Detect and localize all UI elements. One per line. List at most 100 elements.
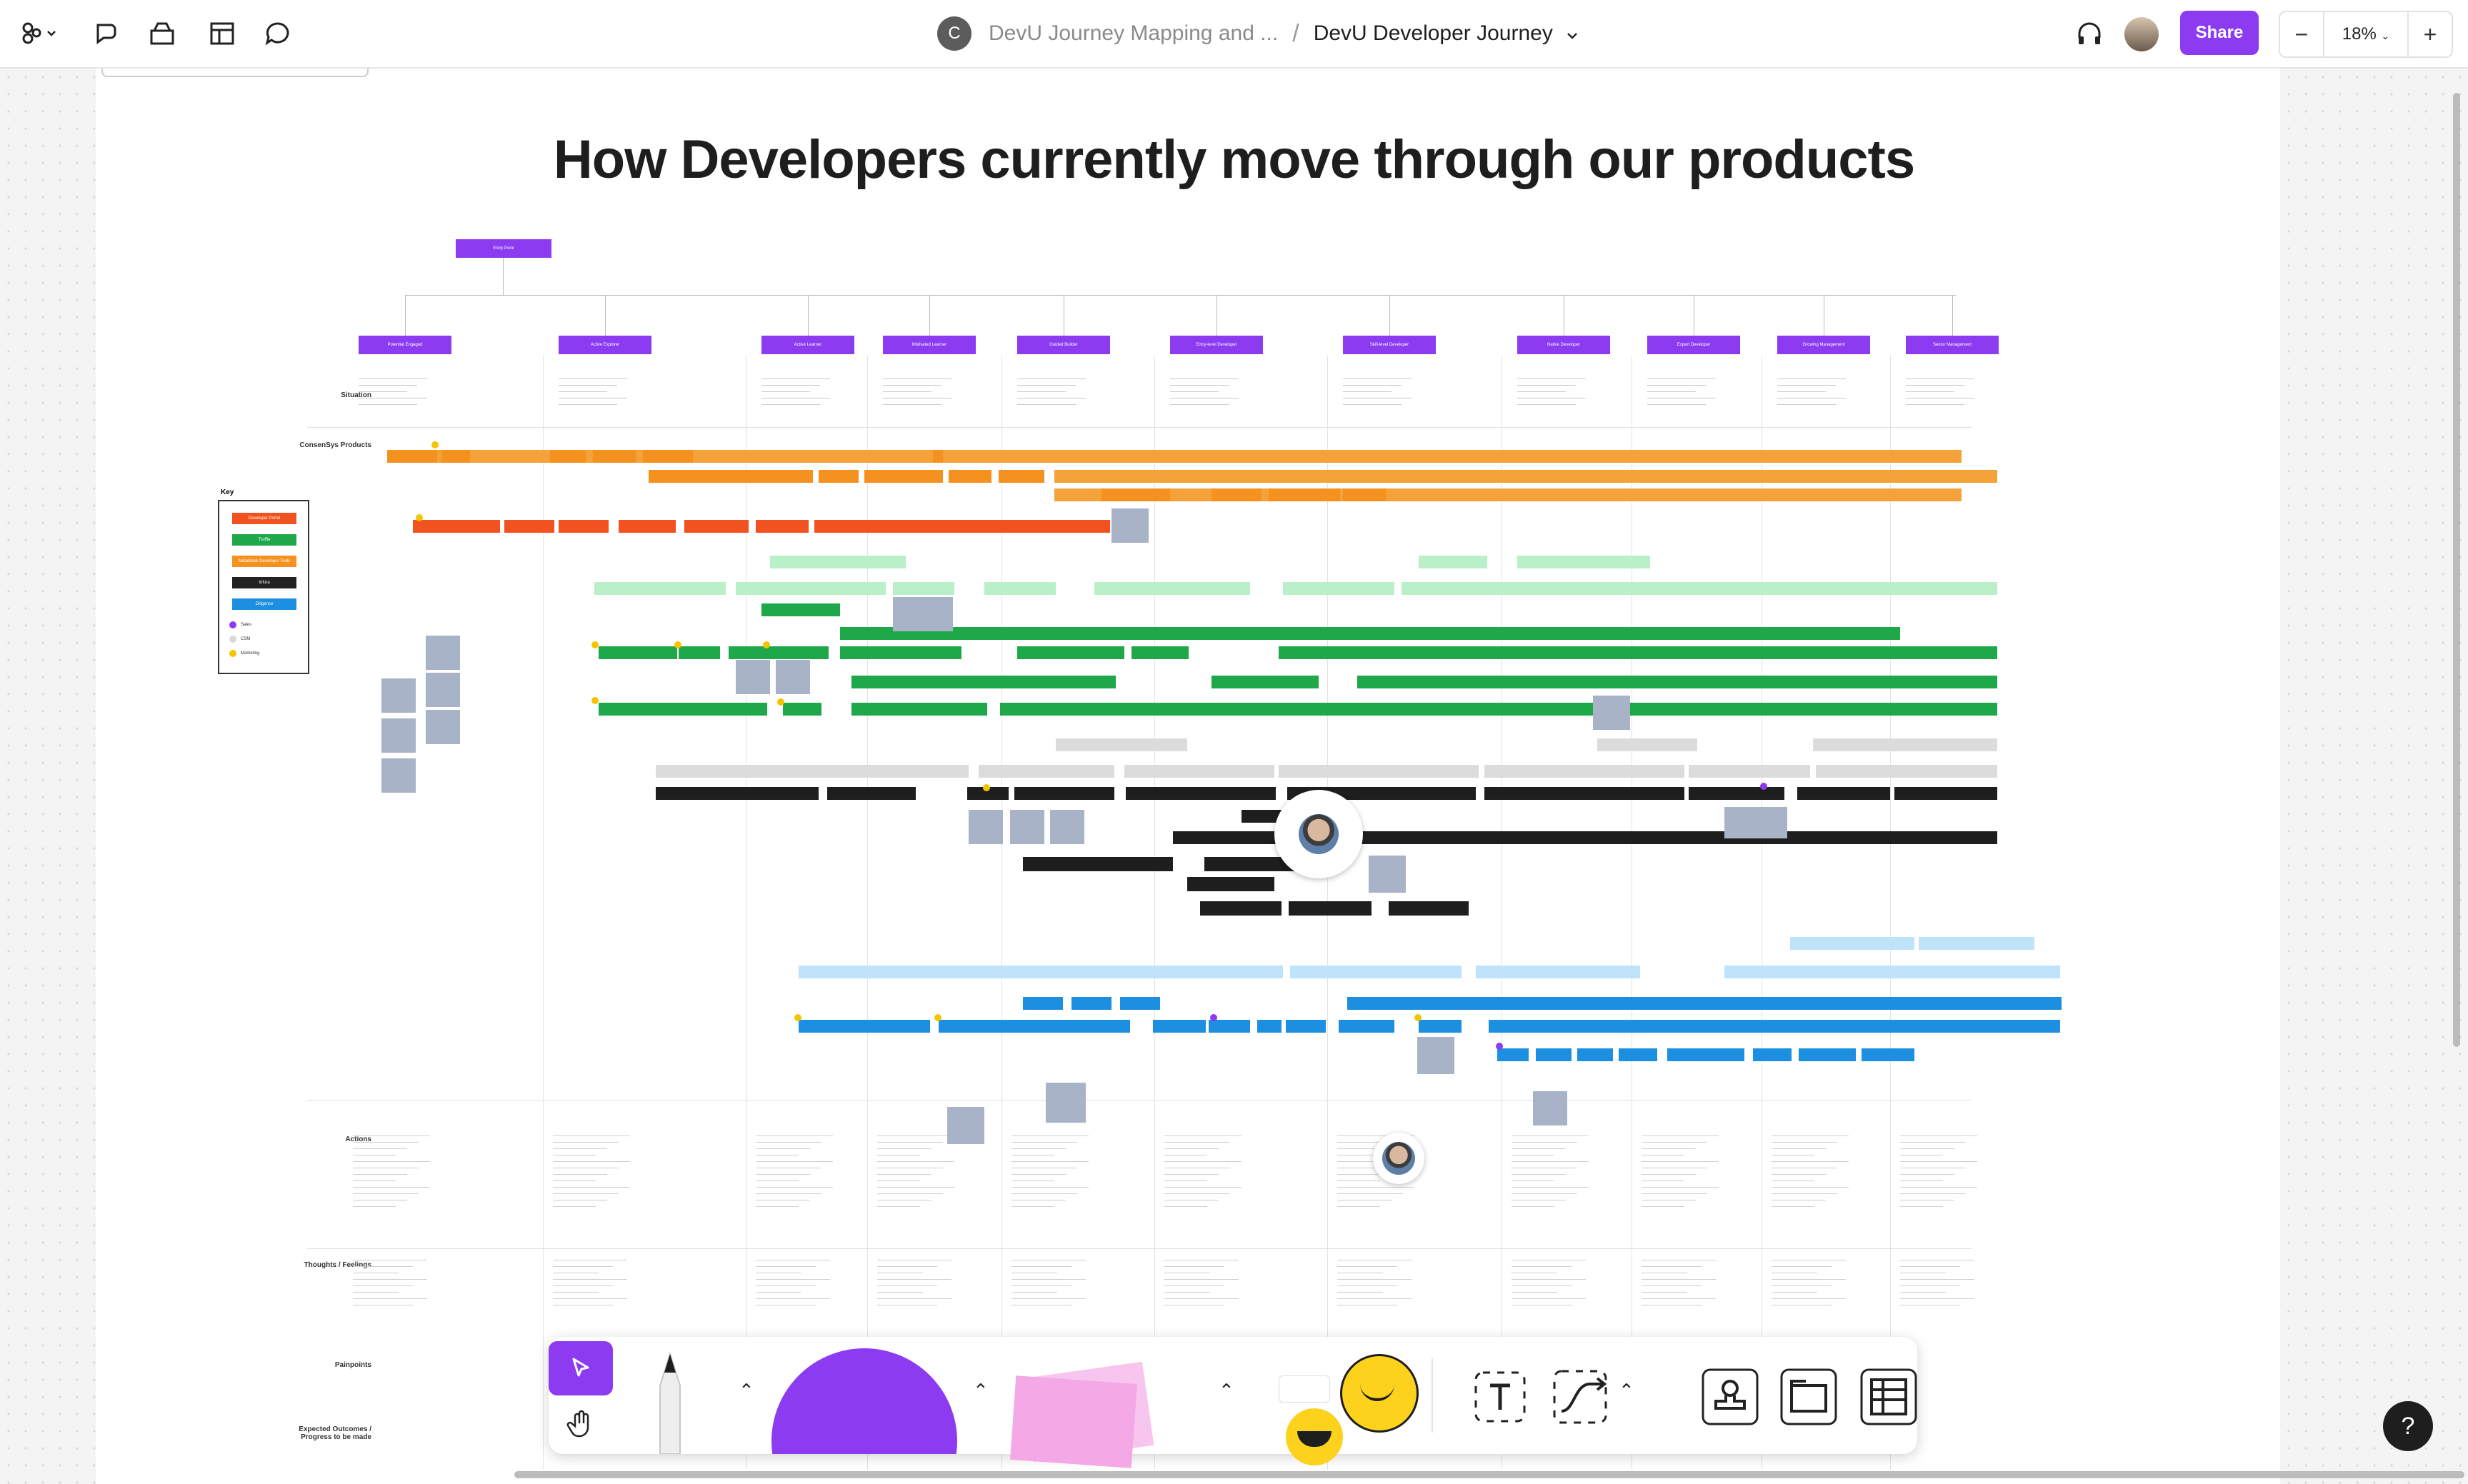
journey-step[interactable] <box>1279 765 1479 778</box>
journey-step[interactable] <box>656 787 819 800</box>
share-button[interactable]: Share <box>2180 11 2259 55</box>
stage-node[interactable]: Senior Management <box>1906 336 1999 354</box>
shape-icon[interactable] <box>771 1348 957 1454</box>
journey-step[interactable] <box>1209 1020 1250 1033</box>
journey-step[interactable] <box>1667 1048 1744 1061</box>
journey-step[interactable] <box>1484 787 1684 800</box>
team-avatar[interactable]: C <box>937 16 971 51</box>
sticky-note[interactable] <box>893 597 953 631</box>
journey-step[interactable] <box>1187 877 1274 891</box>
journey-step[interactable] <box>1577 1048 1613 1061</box>
journey-step[interactable] <box>799 1020 930 1033</box>
journey-step[interactable] <box>1257 1020 1282 1033</box>
journey-step[interactable] <box>649 470 813 483</box>
table-icon[interactable] <box>1859 1367 1919 1427</box>
journey-step[interactable] <box>756 520 809 533</box>
journey-step[interactable] <box>999 470 1044 483</box>
zoom-in-button[interactable]: + <box>2409 12 2452 56</box>
journey-step[interactable] <box>819 470 859 483</box>
journey-step[interactable] <box>413 520 500 533</box>
journey-step[interactable] <box>1000 703 1997 716</box>
journey-step[interactable] <box>979 765 1114 778</box>
journey-step[interactable] <box>1283 582 1394 595</box>
pointer-icon[interactable] <box>549 1341 613 1395</box>
journey-step[interactable] <box>1894 787 1997 800</box>
root-node[interactable]: Entry Point <box>456 239 551 258</box>
board-main-title[interactable]: How Developers currently move through ou… <box>0 129 2468 191</box>
help-button[interactable]: ? <box>2383 1401 2433 1451</box>
journey-step[interactable] <box>1813 738 1997 751</box>
journey-step[interactable] <box>550 450 586 463</box>
journey-step[interactable] <box>1339 1020 1394 1033</box>
journey-step[interactable] <box>441 450 470 463</box>
journey-step[interactable] <box>939 1020 1130 1033</box>
stage-node[interactable]: Skill-level Developer <box>1343 336 1436 354</box>
journey-step[interactable] <box>559 520 609 533</box>
sticky-note[interactable] <box>947 1107 984 1144</box>
hand-icon[interactable] <box>549 1400 613 1450</box>
journey-step[interactable] <box>1476 966 1547 978</box>
journey-step[interactable] <box>1419 556 1487 568</box>
journey-step[interactable] <box>1619 1048 1657 1061</box>
journey-step[interactable] <box>1200 901 1282 916</box>
journey-step[interactable] <box>1357 676 1997 688</box>
journey-step[interactable] <box>594 582 726 595</box>
avatar[interactable] <box>2124 17 2159 51</box>
vertical-scrollbar[interactable] <box>2453 93 2460 1047</box>
stage-node[interactable]: Potential Engaged <box>359 336 451 354</box>
journey-step[interactable] <box>843 627 1900 640</box>
journey-step[interactable] <box>1484 765 1684 778</box>
journey-step[interactable] <box>1289 901 1372 916</box>
comment-icon[interactable] <box>260 16 296 51</box>
journey-step[interactable] <box>814 520 1110 533</box>
stage-node[interactable]: Active Explorer <box>559 336 651 354</box>
sticky-note[interactable] <box>426 710 460 744</box>
sticky-note[interactable] <box>1724 807 1787 838</box>
journey-step[interactable] <box>761 603 840 616</box>
journey-step[interactable] <box>1211 676 1319 688</box>
journey-step[interactable] <box>949 470 991 483</box>
journey-step[interactable] <box>1862 1048 1914 1061</box>
sticky-note[interactable] <box>1417 1037 1454 1074</box>
sticky-note[interactable] <box>426 673 460 707</box>
journey-step[interactable] <box>1343 488 1386 501</box>
journey-step[interactable] <box>864 470 943 483</box>
journey-step[interactable] <box>1797 787 1890 800</box>
journey-step[interactable] <box>1497 1048 1529 1061</box>
journey-step[interactable] <box>840 646 961 659</box>
journey-step[interactable] <box>1799 1048 1856 1061</box>
journey-step[interactable] <box>984 582 1056 595</box>
key-legend[interactable]: Developer Portal Truffle MetaMask Develo… <box>218 500 309 674</box>
journey-step[interactable] <box>599 703 767 716</box>
journey-step[interactable] <box>1689 765 1810 778</box>
sticky-note[interactable] <box>1010 810 1044 844</box>
stage-node[interactable]: Guided Builder <box>1017 336 1110 354</box>
stage-node[interactable]: Motivated Learner <box>883 336 976 354</box>
journey-step[interactable] <box>736 582 886 595</box>
journey-step[interactable] <box>1017 646 1124 659</box>
horizontal-scrollbar[interactable] <box>514 1471 2464 1478</box>
section-icon[interactable] <box>1779 1367 1839 1427</box>
journey-step[interactable] <box>387 450 437 463</box>
journey-step[interactable] <box>851 703 987 716</box>
sticky-note-icon[interactable] <box>1006 1361 1154 1468</box>
journey-step[interactable] <box>1689 787 1784 800</box>
journey-step[interactable] <box>851 676 1116 688</box>
sticky-note[interactable] <box>426 636 460 670</box>
journey-step[interactable] <box>684 520 749 533</box>
headphones-icon[interactable] <box>2072 16 2107 51</box>
journey-step[interactable] <box>893 582 954 595</box>
sticky-note[interactable] <box>1533 1091 1567 1125</box>
journey-step[interactable] <box>1014 787 1114 800</box>
journey-step[interactable] <box>656 765 969 778</box>
sticky-note[interactable] <box>969 810 1003 844</box>
journey-step[interactable] <box>827 787 916 800</box>
stage-node[interactable]: Growing Management <box>1777 336 1870 354</box>
journey-step[interactable] <box>1056 738 1187 751</box>
journey-step[interactable] <box>619 520 676 533</box>
journey-step[interactable] <box>679 646 720 659</box>
journey-step[interactable] <box>783 703 821 716</box>
journey-step[interactable] <box>1816 765 1997 778</box>
figjam-logo-icon[interactable] <box>16 16 63 51</box>
journey-step[interactable] <box>1101 488 1170 501</box>
